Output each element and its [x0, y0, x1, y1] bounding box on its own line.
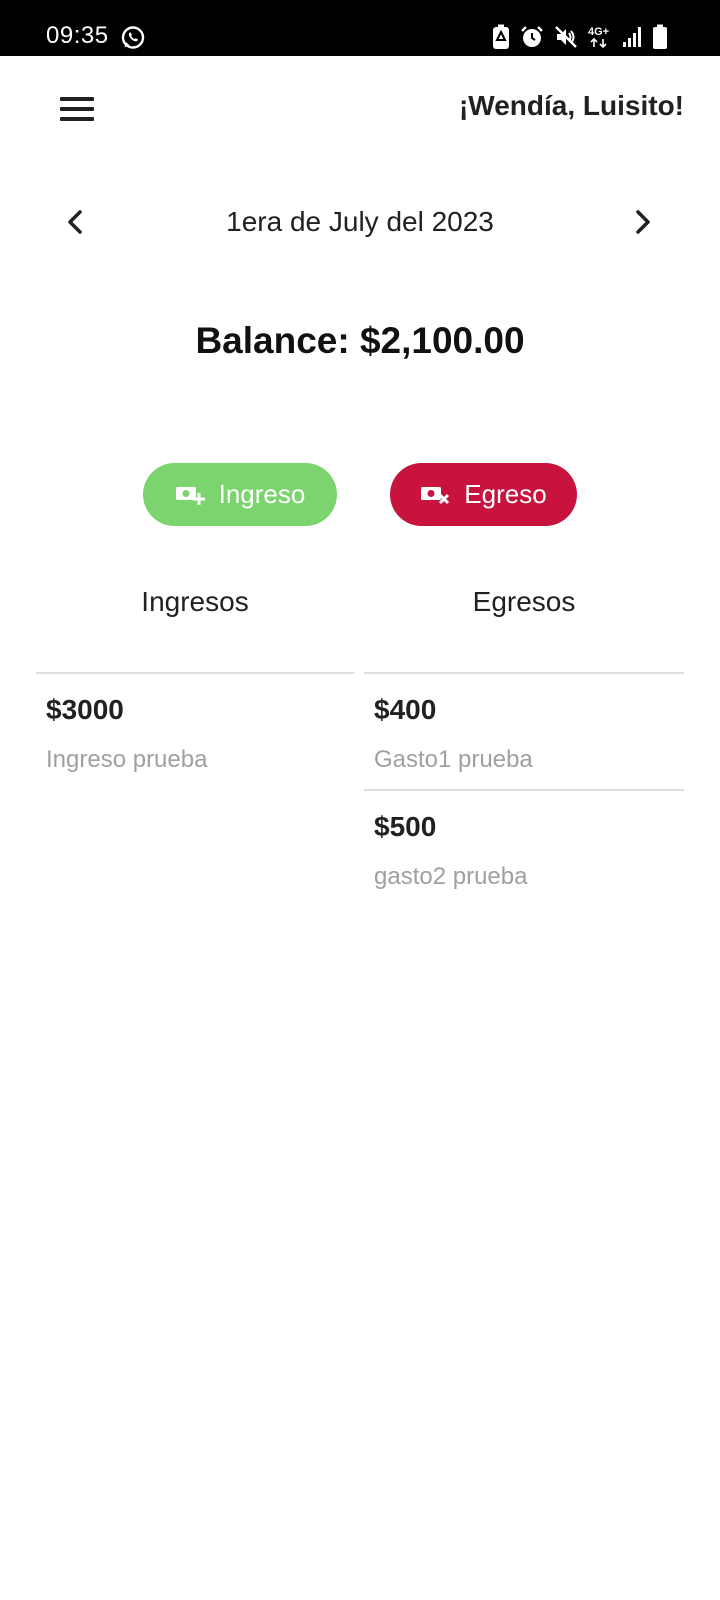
egreso-item[interactable]: $500 gasto2 prueba — [364, 789, 684, 906]
4g-plus-icon: 4G+ — [588, 26, 609, 49]
hamburger-menu-icon[interactable] — [56, 94, 96, 124]
add-ingreso-label: Ingreso — [218, 479, 306, 509]
greeting-title: ¡Wendía, Luisito! — [458, 90, 684, 121]
ingresos-list: $3000 Ingreso prueba — [36, 672, 354, 789]
whatsapp-icon — [121, 26, 145, 49]
item-amount: $400 — [374, 694, 437, 725]
alarm-icon — [521, 26, 543, 47]
money-add-icon — [175, 486, 205, 505]
balance-total: Balance: $2,100.00 — [195, 320, 525, 361]
add-egreso-label: Egreso — [464, 479, 547, 509]
mute-icon — [555, 26, 577, 48]
ingresos-column-title: Ingresos — [141, 586, 249, 617]
item-amount: $500 — [374, 811, 437, 842]
battery-icon — [653, 24, 667, 49]
status-time: 09:35 — [46, 22, 109, 49]
item-description: gasto2 prueba — [374, 863, 528, 890]
money-remove-icon — [421, 486, 450, 504]
egreso-item[interactable]: $400 Gasto1 prueba — [364, 672, 684, 789]
battery-saver-icon — [493, 24, 509, 49]
current-date-label: 1era de July del 2023 — [226, 206, 494, 237]
item-description: Gasto1 prueba — [374, 746, 533, 773]
add-egreso-button[interactable]: Egreso — [390, 463, 577, 526]
egresos-list: $400 Gasto1 prueba $500 gasto2 prueba — [364, 672, 684, 906]
signal-icon — [623, 27, 641, 47]
item-description: Ingreso prueba — [46, 746, 208, 773]
egresos-column-title: Egresos — [472, 586, 576, 617]
status-icons: 4G+ — [492, 24, 668, 50]
add-ingreso-button[interactable]: Ingreso — [143, 463, 337, 526]
ingreso-item[interactable]: $3000 Ingreso prueba — [36, 672, 354, 789]
status-bar: 09:35 4G+ — [0, 0, 720, 56]
item-amount: $3000 — [46, 694, 124, 725]
app-header: ¡Wendía, Luisito! — [0, 56, 720, 166]
network-label: 4G+ — [588, 26, 609, 38]
date-navigator: 1era de July del 2023 — [0, 190, 720, 256]
chevron-right-icon[interactable] — [624, 204, 660, 240]
